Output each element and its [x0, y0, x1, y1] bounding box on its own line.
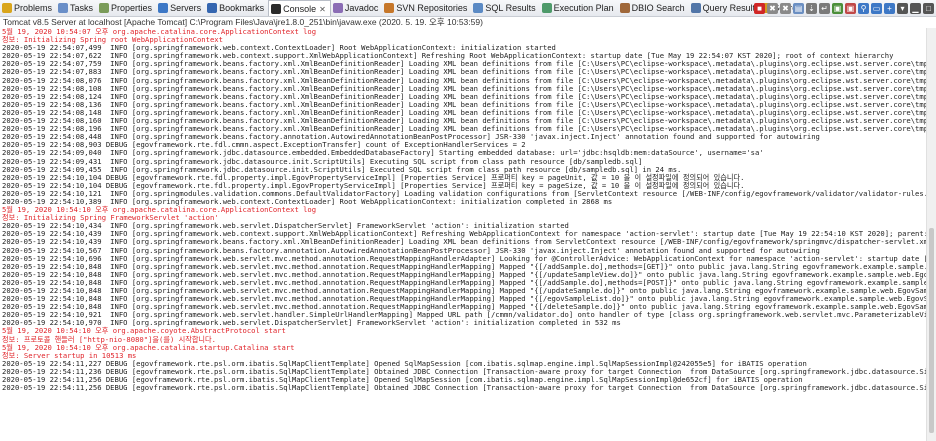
tab-servers[interactable]: Servers — [156, 0, 205, 16]
terminate-icon[interactable]: ■ — [754, 3, 765, 14]
show-on-output-icon[interactable]: ▣ — [832, 3, 843, 14]
tab-label: Tasks — [70, 3, 94, 13]
servers-icon — [158, 3, 169, 13]
console-icon — [271, 4, 282, 14]
close-icon[interactable]: ✕ — [319, 5, 326, 14]
display-console-icon[interactable]: ▭ — [871, 3, 882, 14]
console-line: 2020-05-19 22:54:11,256 DEBUG [egovframe… — [2, 383, 926, 393]
tab-svn-repositories[interactable]: SVN Repositories — [382, 0, 471, 16]
minimize-icon[interactable]: ▁ — [910, 3, 921, 14]
tab-query-result[interactable]: Query Result — [689, 0, 760, 16]
show-on-error-icon[interactable]: ▣ — [845, 3, 856, 14]
scrollbar-thumb[interactable] — [929, 228, 934, 433]
tab-label: DBIO Search — [631, 3, 685, 13]
tab-properties[interactable]: Properties — [97, 0, 156, 16]
tab-label: Bookmarks — [219, 3, 265, 13]
console-line-stderr: 5월 19, 2020 10:54:10 오후 org.apache.catal… — [2, 342, 295, 352]
tab-label: SQL Results — [485, 3, 536, 13]
scroll-lock-icon[interactable]: ⇣ — [806, 3, 817, 14]
tab-javadoc[interactable]: Javadoc — [331, 0, 383, 16]
pin-console-icon[interactable]: ⚲ — [858, 3, 869, 14]
execution-plan-icon — [541, 3, 552, 13]
console-output[interactable]: 5월 19, 2020 10:54:07 오후 org.apache.catal… — [0, 28, 926, 441]
remove-launch-icon[interactable]: ✖ — [767, 3, 778, 14]
view-menu-icon[interactable]: ▾ — [897, 3, 908, 14]
tab-label: Console — [283, 4, 317, 14]
tab-label: Problems — [14, 3, 53, 13]
vertical-scrollbar[interactable] — [926, 28, 936, 441]
tab-problems[interactable]: Problems — [0, 0, 56, 16]
tab-dbio-search[interactable]: DBIO Search — [618, 0, 689, 16]
problems-icon — [2, 3, 12, 13]
remove-all-terminated-icon[interactable]: ✖ — [780, 3, 791, 14]
tab-label: Javadoc — [344, 3, 379, 13]
svn-icon — [384, 3, 395, 13]
word-wrap-icon[interactable]: ↵ — [819, 3, 830, 14]
tab-sql-results[interactable]: SQL Results — [471, 0, 539, 16]
query-result-icon — [690, 3, 701, 13]
tab-label: Query Result — [702, 3, 756, 13]
tab-label: Properties — [111, 3, 153, 13]
tab-tasks[interactable]: Tasks — [56, 0, 97, 16]
javadoc-icon — [332, 3, 343, 13]
tab-execution-plan[interactable]: Execution Plan — [540, 0, 618, 16]
dbio-search-icon — [619, 3, 630, 13]
tab-bookmarks[interactable]: Bookmarks — [205, 0, 268, 16]
tasks-icon — [58, 3, 69, 13]
maximize-icon[interactable]: □ — [923, 3, 934, 14]
open-console-icon[interactable]: + — [884, 3, 895, 14]
tab-label: Servers — [170, 3, 202, 13]
tab-label: Execution Plan — [553, 3, 614, 13]
sql-results-icon — [473, 3, 484, 13]
properties-icon — [99, 3, 110, 13]
tab-label: SVN Repositories — [396, 3, 468, 13]
clear-console-icon[interactable]: ▤ — [793, 3, 804, 14]
console-title: Tomcat v8.5 Server at localhost [Apache … — [0, 17, 936, 28]
console-toolbar: ■ ✖ ✖ ▤ ⇣ ↵ ▣ ▣ ⚲ ▭ + ▾ ▁ □ — [752, 1, 934, 16]
tab-console[interactable]: Console ✕ — [268, 0, 331, 16]
bookmarks-icon — [207, 3, 218, 13]
